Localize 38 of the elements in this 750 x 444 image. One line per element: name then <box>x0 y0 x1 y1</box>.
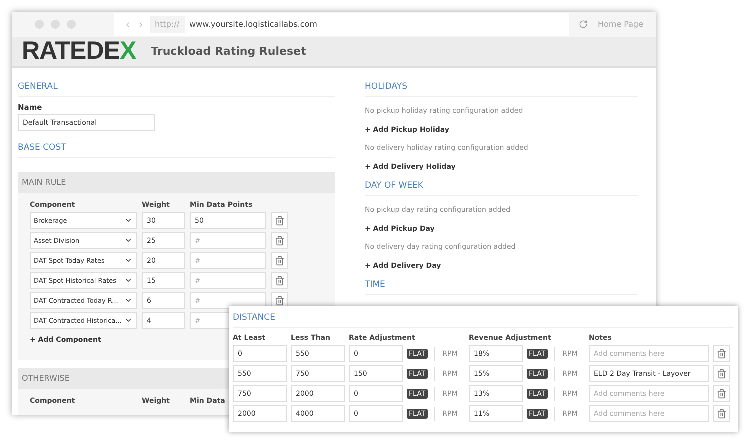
section-heading: HOLIDAYS <box>365 78 638 97</box>
trash-icon <box>274 276 284 286</box>
chevron-icon <box>124 316 133 325</box>
delete-button[interactable] <box>713 405 730 422</box>
chevron-icon <box>124 296 133 305</box>
logo: RATEDEX <box>22 37 136 66</box>
delete-button[interactable] <box>271 252 288 269</box>
protocol-label: http:// <box>150 16 185 33</box>
section-heading: DISTANCE <box>233 309 734 328</box>
refresh-icon[interactable] <box>579 20 588 29</box>
trash-icon <box>716 368 726 378</box>
url-text: www.yoursite.logisticallabs.com <box>190 20 318 29</box>
trash-icon <box>716 388 726 398</box>
trash-icon <box>274 256 284 266</box>
delete-button[interactable] <box>713 385 730 402</box>
delete-button[interactable] <box>271 232 288 249</box>
chevron-icon <box>124 216 133 225</box>
section-heading: TIME <box>365 276 638 295</box>
trash-icon <box>274 236 284 246</box>
window-dot[interactable] <box>67 20 76 29</box>
delete-button[interactable] <box>271 272 288 289</box>
section-heading: GENERAL <box>18 78 335 97</box>
chevron-icon <box>124 276 133 285</box>
section-heading: DAY OF WEEK <box>365 177 638 196</box>
delete-button[interactable] <box>271 212 288 229</box>
trash-icon <box>716 348 726 358</box>
panel-heading: MAIN RULE <box>18 172 335 193</box>
chevron-icon <box>124 236 133 245</box>
section-heading: BASE COST <box>18 139 335 158</box>
trash-icon <box>716 408 726 418</box>
trash-icon <box>274 216 284 226</box>
chevron-icon <box>124 256 133 265</box>
window-dot[interactable] <box>51 20 60 29</box>
delete-button[interactable] <box>713 345 730 362</box>
window-dot[interactable] <box>35 20 44 29</box>
trash-icon <box>274 296 284 306</box>
delete-button[interactable] <box>713 365 730 382</box>
page-title: Truckload Rating Ruleset <box>151 45 306 58</box>
